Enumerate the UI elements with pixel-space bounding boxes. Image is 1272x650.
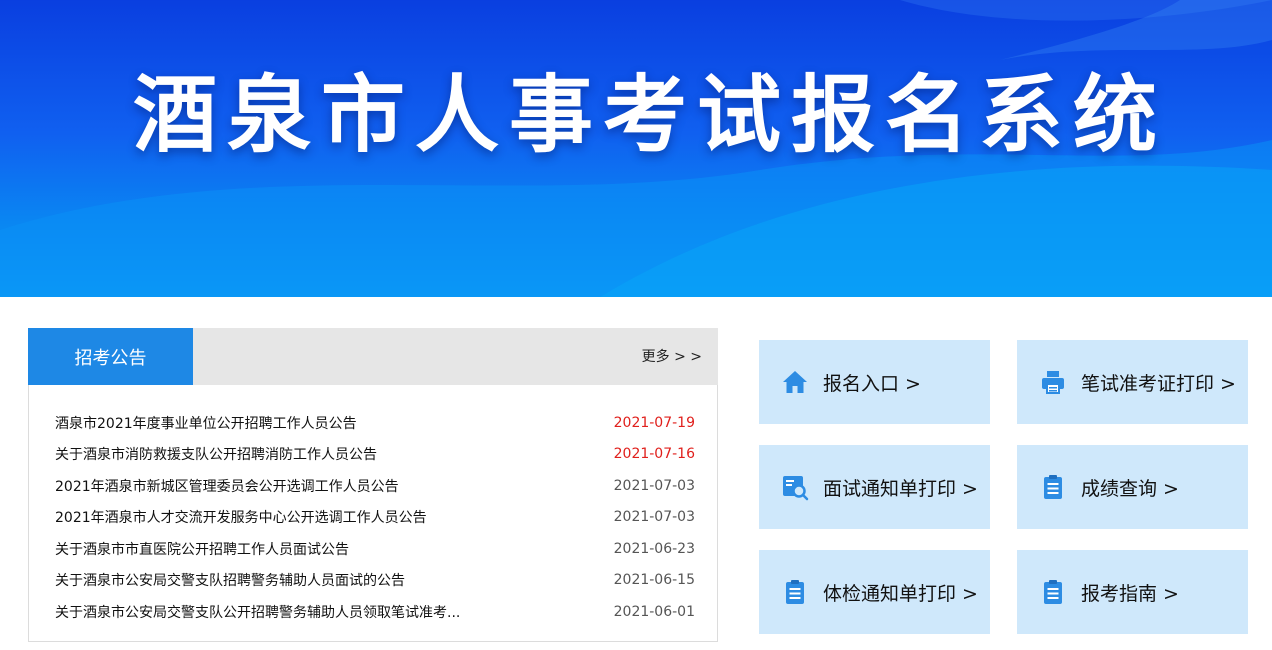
notice-list: 酒泉市2021年度事业单位公开招聘工作人员公告 2021-07-19 关于酒泉市… — [55, 407, 695, 628]
document-search-icon — [781, 473, 809, 501]
print-interview-notice-button[interactable]: 面试通知单打印 > — [759, 445, 990, 529]
printer-icon — [1039, 368, 1067, 396]
tile-label: 报考指南 > — [1081, 582, 1179, 605]
notice-item[interactable]: 关于酒泉市市直医院公开招聘工作人员面试公告 2021-06-23 — [55, 533, 695, 565]
notice-date: 2021-06-15 — [613, 572, 695, 589]
clipboard-icon — [781, 578, 809, 606]
exam-guide-button[interactable]: 报考指南 > — [1017, 550, 1248, 634]
tab-notices[interactable]: 招考公告 — [28, 328, 193, 385]
notice-item[interactable]: 酒泉市2021年度事业单位公开招聘工作人员公告 2021-07-19 — [55, 407, 695, 439]
notice-item[interactable]: 关于酒泉市公安局交警支队公开招聘警务辅助人员领取笔试准考... 2021-06-… — [55, 596, 695, 628]
tile-label: 面试通知单打印 > — [823, 477, 978, 500]
score-query-button[interactable]: 成绩查询 > — [1017, 445, 1248, 529]
notice-panel: 招考公告 更多 > > 酒泉市2021年度事业单位公开招聘工作人员公告 2021… — [28, 328, 718, 642]
tile-label: 成绩查询 > — [1081, 477, 1179, 500]
notice-date: 2021-06-23 — [613, 540, 695, 557]
home-icon — [781, 368, 809, 396]
clipboard-icon — [1039, 473, 1067, 501]
notice-title[interactable]: 酒泉市2021年度事业单位公开招聘工作人员公告 — [55, 413, 357, 433]
notice-title[interactable]: 关于酒泉市市直医院公开招聘工作人员面试公告 — [55, 539, 349, 559]
notice-item[interactable]: 2021年酒泉市人才交流开发服务中心公开选调工作人员公告 2021-07-03 — [55, 502, 695, 534]
clipboard-icon — [1039, 578, 1067, 606]
notice-date: 2021-07-16 — [613, 446, 695, 463]
notice-item[interactable]: 关于酒泉市消防救援支队公开招聘消防工作人员公告 2021-07-16 — [55, 439, 695, 471]
tile-label: 体检通知单打印 > — [823, 582, 978, 605]
registration-entry-button[interactable]: 报名入口 > — [759, 340, 990, 424]
more-link[interactable]: 更多 > > — [642, 346, 702, 366]
notice-item[interactable]: 关于酒泉市公安局交警支队招聘警务辅助人员面试的公告 2021-06-15 — [55, 565, 695, 597]
site-title: 酒泉市人事考试报名系统 — [132, 66, 1167, 164]
print-exam-ticket-button[interactable]: 笔试准考证打印 > — [1017, 340, 1248, 424]
notice-title[interactable]: 关于酒泉市公安局交警支队公开招聘警务辅助人员领取笔试准考... — [55, 602, 460, 622]
tile-label: 笔试准考证打印 > — [1081, 372, 1236, 395]
tile-label: 报名入口 > — [823, 372, 921, 395]
header-banner: 酒泉市人事考试报名系统 — [0, 0, 1272, 297]
notice-date: 2021-07-03 — [613, 477, 695, 494]
notice-panel-header: 招考公告 更多 > > — [28, 328, 718, 385]
notice-title[interactable]: 关于酒泉市公安局交警支队招聘警务辅助人员面试的公告 — [55, 570, 405, 590]
print-medical-notice-button[interactable]: 体检通知单打印 > — [759, 550, 990, 634]
notice-title[interactable]: 关于酒泉市消防救援支队公开招聘消防工作人员公告 — [55, 444, 377, 464]
notice-date: 2021-06-01 — [613, 603, 695, 620]
notice-title[interactable]: 2021年酒泉市人才交流开发服务中心公开选调工作人员公告 — [55, 507, 427, 527]
notice-date: 2021-07-19 — [613, 414, 695, 431]
notice-title[interactable]: 2021年酒泉市新城区管理委员会公开选调工作人员公告 — [55, 476, 399, 496]
notice-item[interactable]: 2021年酒泉市新城区管理委员会公开选调工作人员公告 2021-07-03 — [55, 470, 695, 502]
notice-date: 2021-07-03 — [613, 509, 695, 526]
